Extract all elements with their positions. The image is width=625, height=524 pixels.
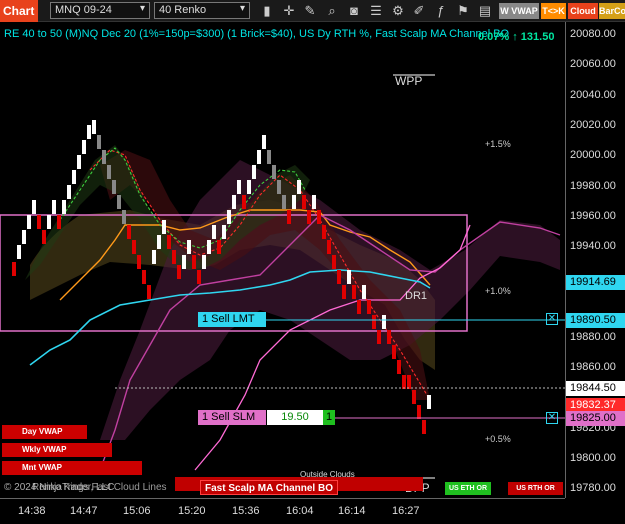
time-tick: 14:38: [18, 505, 46, 517]
cloud-button[interactable]: Cloud: [568, 3, 598, 19]
fast-scalp-button[interactable]: Fast Scalp MA Channel BO: [200, 480, 338, 495]
price-tick: 19940.00: [570, 240, 616, 252]
price-tick: 20060.00: [570, 58, 616, 70]
price-tick: 19980.00: [570, 180, 616, 192]
pct-label-1: +1.5%: [485, 139, 511, 149]
us-rth-or-button[interactable]: US RTH OR: [508, 482, 563, 495]
tk-button[interactable]: T<>K: [541, 3, 566, 19]
price-tick: 19800.00: [570, 452, 616, 464]
topright-change: 0.07% ↑ 131.50: [478, 31, 555, 43]
price-tag-sell-slm: 19825.00: [566, 411, 625, 426]
instrument-label: MNQ 09-24: [55, 4, 112, 16]
sell-slm-offset[interactable]: 19.50: [267, 410, 323, 425]
time-tick: 14:47: [70, 505, 98, 517]
price-tick: 19780.00: [570, 482, 616, 494]
chart-toolbar: Chart MNQ 09-24 ▾ 40 Renko ▾ ▮ ✛ ✎ ⌕ ◙ ☰…: [0, 0, 625, 22]
zoom-icon[interactable]: ⌕: [324, 3, 340, 19]
price-chart[interactable]: RE 40 to 50 (M)NQ Dec 20 (1%=150p=$300) …: [0, 22, 565, 498]
strategy-icon[interactable]: ⚙: [390, 3, 406, 19]
pct-label-2: +1.0%: [485, 286, 511, 296]
pct-label-3: +0.5%: [485, 434, 511, 444]
bar-chart-icon[interactable]: ▮: [259, 3, 275, 19]
chart-title: RE 40 to 50 (M)NQ Dec 20 (1%=150p=$300) …: [4, 28, 510, 40]
time-tick: 15:06: [123, 505, 151, 517]
time-axis[interactable]: 14:38 14:47 15:06 15:20 15:36 16:04 16:1…: [0, 498, 565, 524]
pencil-icon[interactable]: ✎: [302, 3, 318, 19]
time-tick: 15:36: [232, 505, 260, 517]
price-tick: 20040.00: [570, 89, 616, 101]
mnt-vwap-button[interactable]: Mnt VWAP: [2, 461, 142, 475]
chart-tab[interactable]: Chart: [0, 0, 38, 22]
camera-icon[interactable]: ◙: [346, 3, 362, 19]
price-tag-last: 19844.50: [566, 381, 625, 396]
dr1-label: DR1: [405, 290, 428, 302]
wvwap-button[interactable]: W VWAP: [499, 3, 539, 19]
sell-slm-order[interactable]: 1 Sell SLM: [198, 410, 266, 425]
alert-icon[interactable]: ⚑: [455, 3, 471, 19]
wkly-vwap-button[interactable]: Wkly VWAP: [2, 443, 112, 457]
indicator-icon[interactable]: ƒ: [433, 3, 449, 19]
close-icon[interactable]: ✕: [546, 412, 558, 424]
sell-lmt-label: 1 Sell LMT: [202, 313, 255, 325]
time-tick: 15:20: [178, 505, 206, 517]
sell-slm-qty[interactable]: 1: [323, 410, 335, 425]
bar-type-selector[interactable]: 40 Renko ▾: [154, 2, 250, 19]
time-tick: 16:14: [338, 505, 366, 517]
sell-lmt-order[interactable]: 1 Sell LMT: [198, 312, 266, 327]
time-tick: 16:04: [286, 505, 314, 517]
close-icon[interactable]: ✕: [546, 313, 558, 325]
chevron-down-icon: ▾: [239, 3, 245, 14]
footer-label: Renko Kings Fast Cloud Lines: [32, 482, 167, 493]
price-tick: 20000.00: [570, 149, 616, 161]
draw-tools-icon[interactable]: ✐: [411, 3, 427, 19]
sell-slm-label: 1 Sell SLM: [202, 411, 256, 423]
price-tag-cyan: 19914.69: [566, 275, 625, 290]
volume-icon[interactable]: ▤: [477, 3, 493, 19]
price-tick: 19960.00: [570, 210, 616, 222]
instrument-selector[interactable]: MNQ 09-24 ▾: [50, 2, 150, 19]
price-tick: 20080.00: [570, 28, 616, 40]
chevron-down-icon: ▾: [139, 3, 145, 14]
price-tag-sell-lmt: 19890.50: [566, 313, 625, 328]
price-tick: 20020.00: [570, 119, 616, 131]
us-eth-or-button[interactable]: US ETH OR: [445, 482, 491, 495]
crosshair-icon[interactable]: ✛: [281, 3, 297, 19]
price-tick: 19880.00: [570, 331, 616, 343]
price-tick: 19860.00: [570, 361, 616, 373]
time-tick: 16:27: [392, 505, 420, 517]
wpp-label: WPP: [395, 74, 423, 88]
properties-icon[interactable]: ☰: [368, 3, 384, 19]
barco-button[interactable]: BarCo: [599, 3, 625, 19]
bar-type-label: 40 Renko: [159, 4, 207, 16]
price-axis[interactable]: 20080.00 20060.00 20040.00 20020.00 2000…: [565, 22, 625, 498]
day-vwap-button[interactable]: Day VWAP: [2, 425, 87, 439]
